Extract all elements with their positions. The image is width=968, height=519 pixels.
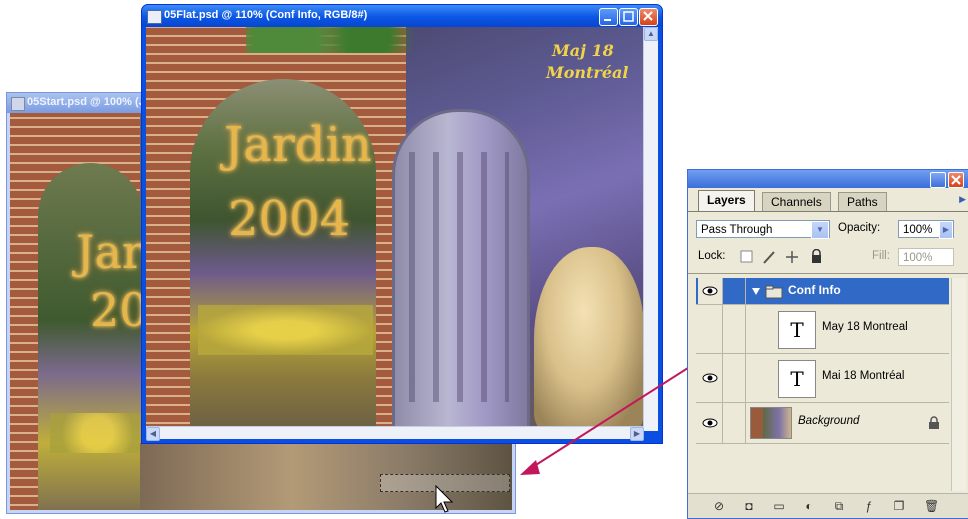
layer-name: Background bbox=[798, 415, 860, 427]
adjustment-layer-icon[interactable]: ◐ bbox=[802, 499, 816, 513]
text-layer-thumbnail: T bbox=[778, 311, 816, 349]
lock-move-icon bbox=[786, 251, 798, 263]
expand-triangle-icon bbox=[752, 288, 760, 295]
tab-channels[interactable]: Channels bbox=[762, 192, 831, 211]
opacity-value: 100% bbox=[903, 224, 933, 236]
link-slot[interactable] bbox=[723, 278, 746, 304]
layer-row-mai-18-montreal[interactable]: T Mai 18 Montréal bbox=[696, 354, 949, 403]
layers-list[interactable]: Conf Info T May 18 Montreal T Mai 18 Mon… bbox=[696, 278, 949, 491]
close-icon bbox=[951, 175, 961, 185]
chevron-down-icon: ▼ bbox=[811, 221, 829, 239]
options-divider bbox=[688, 273, 968, 274]
background-layer-thumbnail bbox=[750, 407, 792, 439]
tab-divider bbox=[688, 211, 968, 212]
layer-name: May 18 Montreal bbox=[822, 321, 908, 333]
text-layer-t-icon: T bbox=[790, 318, 804, 342]
layer-row-background[interactable]: Background bbox=[696, 403, 949, 444]
layers-panel[interactable]: Layers Channels Paths ▶ Pass Through ▼ O… bbox=[687, 169, 968, 519]
layer-fx-icon[interactable]: ƒ bbox=[862, 499, 876, 513]
drag-arrow-head bbox=[520, 460, 540, 475]
group-folder-icon bbox=[752, 285, 783, 299]
lock-transparency-icon bbox=[740, 250, 753, 263]
lock-icon bbox=[929, 416, 939, 429]
opacity-slider-arrow-icon[interactable]: ▶ bbox=[939, 221, 953, 239]
new-layer-icon[interactable]: ❐ bbox=[892, 499, 906, 513]
new-group-icon[interactable]: ▭ bbox=[772, 499, 786, 513]
eye-icon bbox=[702, 373, 718, 383]
panel-menu-icon[interactable]: ▶ bbox=[959, 194, 966, 205]
trash-icon[interactable]: 🗑 bbox=[924, 499, 939, 513]
layer-row-may-18-montreal[interactable]: T May 18 Montreal bbox=[696, 305, 949, 354]
eye-icon bbox=[702, 286, 718, 296]
visibility-toggle[interactable] bbox=[698, 305, 723, 353]
fill-field[interactable]: 100% bbox=[898, 248, 954, 266]
link-slot[interactable] bbox=[723, 403, 746, 443]
new-layer-icon[interactable]: ⧉ bbox=[832, 499, 846, 513]
mouse-pointer-icon bbox=[435, 484, 454, 513]
panel-minimize-button[interactable] bbox=[930, 172, 946, 188]
layer-row-conf-info[interactable]: Conf Info bbox=[696, 278, 949, 305]
panel-titlebar[interactable] bbox=[688, 170, 968, 188]
visibility-toggle[interactable] bbox=[698, 354, 723, 402]
visibility-toggle[interactable] bbox=[698, 278, 723, 304]
link-slot[interactable] bbox=[723, 354, 746, 402]
layer-mask-icon[interactable]: ◘ bbox=[742, 499, 756, 513]
link-slot[interactable] bbox=[723, 305, 746, 353]
opacity-field[interactable]: 100% ▶ bbox=[898, 220, 954, 239]
panel-close-button[interactable] bbox=[948, 172, 964, 188]
panel-bottom-bar: ⊘ ◘ ▭ ◐ ⧉ ƒ ❐ 🗑 bbox=[688, 493, 968, 518]
link-layers-icon[interactable]: ⊘ bbox=[712, 499, 726, 513]
lock-options[interactable] bbox=[740, 249, 840, 265]
layer-name: Mai 18 Montréal bbox=[822, 370, 905, 382]
text-layer-t-icon: T bbox=[790, 367, 804, 391]
blend-mode-value: Pass Through bbox=[701, 224, 773, 236]
tab-layers[interactable]: Layers bbox=[698, 190, 755, 212]
lock-brush-icon bbox=[763, 251, 775, 264]
lock-all-icon bbox=[812, 255, 821, 263]
visibility-toggle[interactable] bbox=[698, 403, 723, 443]
layer-name: Conf Info bbox=[788, 283, 841, 297]
fill-value: 100% bbox=[903, 252, 933, 264]
text-layer-thumbnail: T bbox=[778, 360, 816, 398]
blend-mode-select[interactable]: Pass Through ▼ bbox=[696, 220, 830, 239]
tab-paths[interactable]: Paths bbox=[838, 192, 887, 211]
eye-icon bbox=[702, 418, 718, 428]
panel-scrollbar[interactable] bbox=[951, 278, 966, 491]
